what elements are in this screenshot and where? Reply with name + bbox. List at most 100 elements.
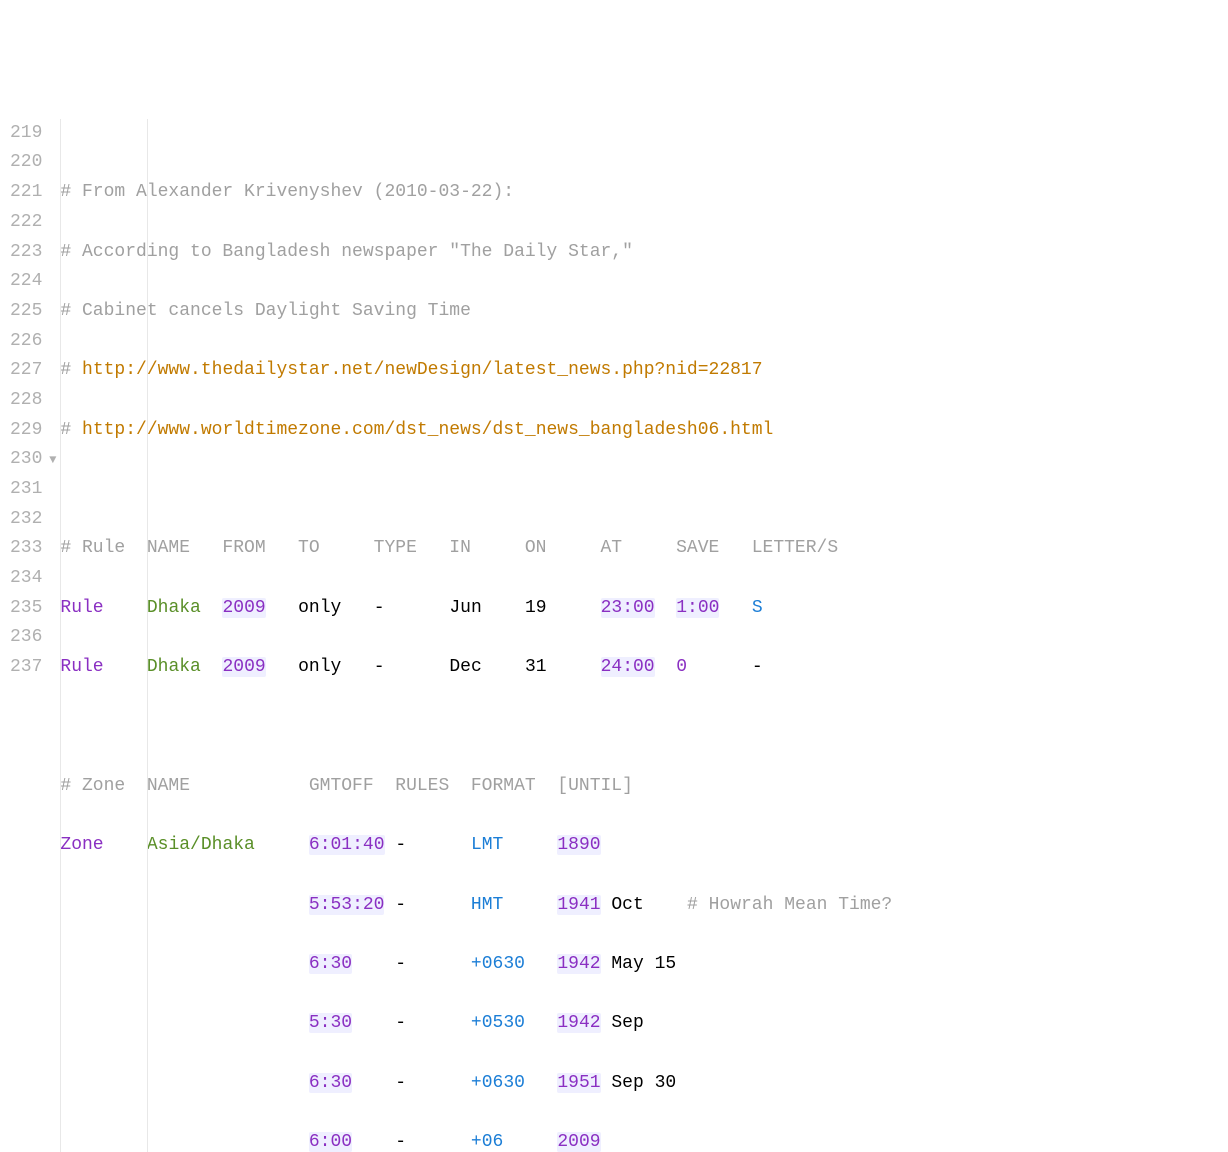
rule-save: 0 (676, 657, 687, 677)
line-number: 232 (10, 505, 42, 535)
code-line: 5:53:20 - HMT 1941 Oct # Howrah Mean Tim… (60, 891, 1228, 921)
rule-at: 24:00 (601, 657, 655, 677)
code-line: # Cabinet cancels Daylight Saving Time (60, 297, 1228, 327)
zone-rules: - (395, 895, 406, 915)
url-text: http://www.worldtimezone.com/dst_news/ds… (82, 420, 773, 440)
code-line: 6:30 - +0630 1951 Sep 30 (60, 1069, 1228, 1099)
code-line (60, 475, 1228, 505)
zone-rules: - (395, 835, 406, 855)
comment-hash: # (60, 360, 82, 380)
rule-letter: - (752, 657, 763, 677)
rule-in: Jun (449, 598, 481, 618)
zone-gmtoff: 5:30 (309, 1013, 352, 1033)
comment-text: # From Alexander Krivenyshev (2010-03-22… (60, 182, 514, 202)
zone-until-year: 1942 (557, 1013, 600, 1033)
rule-save: 1:00 (676, 598, 719, 618)
code-line: # Rule NAME FROM TO TYPE IN ON AT SAVE L… (60, 534, 1228, 564)
code-editor[interactable]: 219220221222223224225226227228229230▼231… (0, 119, 1228, 1152)
line-number: 236 (10, 623, 42, 653)
line-number: 227 (10, 356, 42, 386)
zone-rules: - (395, 1132, 406, 1152)
zone-name: Asia/Dhaka (147, 835, 255, 855)
rule-from: 2009 (222, 598, 265, 618)
code-line: # http://www.thedailystar.net/newDesign/… (60, 356, 1228, 386)
line-number: 221 (10, 178, 42, 208)
rule-on: 19 (525, 598, 547, 618)
rule-on: 31 (525, 657, 547, 677)
line-number: 219 (10, 119, 42, 149)
comment-text: # Cabinet cancels Daylight Saving Time (60, 301, 470, 321)
line-number: 233 (10, 534, 42, 564)
zone-format: +06 (471, 1132, 503, 1152)
code-line: # From Alexander Krivenyshev (2010-03-22… (60, 178, 1228, 208)
zone-format: LMT (471, 835, 503, 855)
zone-gmtoff: 6:30 (309, 954, 352, 974)
line-number: 223 (10, 238, 42, 268)
code-line: 5:30 - +0530 1942 Sep (60, 1009, 1228, 1039)
code-line: Rule Dhaka 2009 only - Jun 19 23:00 1:00… (60, 594, 1228, 624)
code-line (60, 713, 1228, 743)
line-number: 222 (10, 208, 42, 238)
zone-until-rest: Sep (601, 1013, 644, 1033)
rule-keyword: Rule (60, 657, 103, 677)
zone-format: +0630 (471, 954, 525, 974)
line-number: 229 (10, 416, 42, 446)
rule-name: Dhaka (147, 598, 201, 618)
zone-gmtoff: 5:53:20 (309, 895, 385, 915)
comment-text: # Howrah Mean Time? (687, 895, 892, 915)
zone-until-year: 2009 (557, 1132, 600, 1152)
zone-header: # Zone NAME GMTOFF RULES FORMAT [UNTIL] (60, 776, 633, 796)
rule-at: 23:00 (601, 598, 655, 618)
rule-from: 2009 (222, 657, 265, 677)
code-line: 6:00 - +06 2009 (60, 1128, 1228, 1152)
zone-format: +0530 (471, 1013, 525, 1033)
line-number-gutter: 219220221222223224225226227228229230▼231… (0, 119, 60, 1152)
zone-until-rest: Oct (601, 895, 644, 915)
line-number: 237 (10, 653, 42, 683)
rule-type: - (374, 598, 385, 618)
code-area[interactable]: # From Alexander Krivenyshev (2010-03-22… (60, 119, 1228, 1152)
rule-to: only (298, 598, 341, 618)
code-line: # http://www.worldtimezone.com/dst_news/… (60, 416, 1228, 446)
zone-rules: - (395, 1013, 406, 1033)
line-number: 228 (10, 386, 42, 416)
zone-keyword: Zone (60, 835, 103, 855)
code-line: # According to Bangladesh newspaper "The… (60, 238, 1228, 268)
rule-in: Dec (449, 657, 481, 677)
zone-format: HMT (471, 895, 503, 915)
rule-keyword: Rule (60, 598, 103, 618)
indent-guides (60, 119, 125, 1152)
rule-name: Dhaka (147, 657, 201, 677)
zone-until-rest: Sep 30 (601, 1073, 677, 1093)
fold-marker-icon[interactable]: ▼ (49, 445, 56, 475)
rule-letter: S (752, 598, 763, 618)
zone-format: +0630 (471, 1073, 525, 1093)
zone-until-year: 1942 (557, 954, 600, 974)
code-line: 6:30 - +0630 1942 May 15 (60, 950, 1228, 980)
line-number: 230▼ (10, 445, 42, 475)
url-text: http://www.thedailystar.net/newDesign/la… (82, 360, 763, 380)
zone-gmtoff: 6:00 (309, 1132, 352, 1152)
zone-until-year: 1941 (557, 895, 600, 915)
line-number: 220 (10, 148, 42, 178)
line-number: 224 (10, 267, 42, 297)
rule-to: only (298, 657, 341, 677)
line-number: 234 (10, 564, 42, 594)
zone-until-year: 1951 (557, 1073, 600, 1093)
line-number: 225 (10, 297, 42, 327)
zone-rules: - (395, 954, 406, 974)
zone-gmtoff: 6:30 (309, 1073, 352, 1093)
line-number: 226 (10, 327, 42, 357)
line-number: 235 (10, 594, 42, 624)
code-line: # Zone NAME GMTOFF RULES FORMAT [UNTIL] (60, 772, 1228, 802)
line-number: 231 (10, 475, 42, 505)
code-line: Zone Asia/Dhaka 6:01:40 - LMT 1890 (60, 831, 1228, 861)
zone-gmtoff: 6:01:40 (309, 835, 385, 855)
zone-rules: - (395, 1073, 406, 1093)
comment-text: # According to Bangladesh newspaper "The… (60, 242, 633, 262)
zone-until-rest: May 15 (601, 954, 677, 974)
rule-header: # Rule NAME FROM TO TYPE IN ON AT SAVE L… (60, 538, 838, 558)
comment-hash: # (60, 420, 82, 440)
rule-type: - (374, 657, 385, 677)
code-line: Rule Dhaka 2009 only - Dec 31 24:00 0 - (60, 653, 1228, 683)
